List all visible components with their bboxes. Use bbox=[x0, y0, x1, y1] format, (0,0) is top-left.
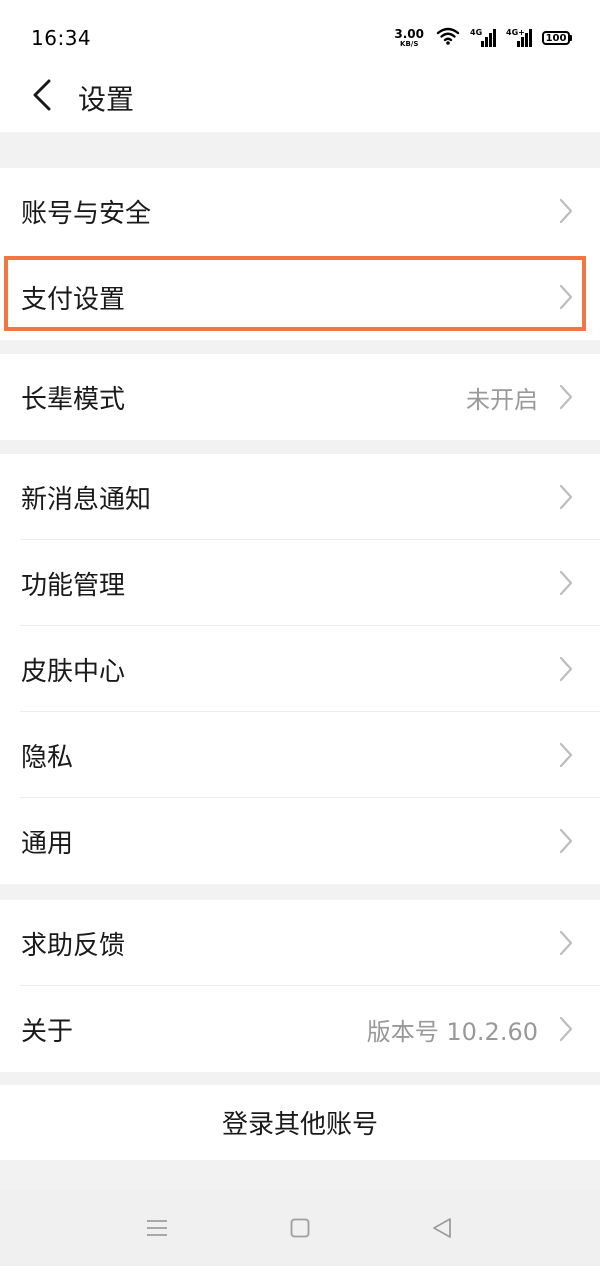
network-speed-value: 3.00 bbox=[394, 27, 424, 41]
network-speed: 3.00 KB/S bbox=[394, 28, 424, 48]
page-title: 设置 bbox=[78, 83, 135, 116]
header: 设置 bbox=[0, 75, 600, 132]
triangle-back-icon bbox=[433, 1218, 451, 1238]
wifi-icon bbox=[436, 26, 460, 50]
menu-item-label: 求助反馈 bbox=[21, 930, 126, 961]
menu-item-label: 皮肤中心 bbox=[21, 656, 126, 687]
menu-item-label: 新消息通知 bbox=[21, 484, 152, 515]
menu-item-label: 支付设置 bbox=[21, 284, 126, 315]
menu-button[interactable] bbox=[137, 1208, 177, 1248]
status-icons: 3.00 KB/S 4G 4G+ 100 bbox=[394, 26, 572, 50]
chevron-right-icon bbox=[559, 384, 573, 410]
battery-level: 100 bbox=[542, 31, 570, 45]
version-number: 版本号 10.2.60 bbox=[366, 1017, 538, 1046]
signal-icon-sim1: 4G bbox=[470, 28, 496, 48]
chevron-right-icon bbox=[559, 570, 573, 596]
menu-item-about[interactable]: 关于 版本号 10.2.60 bbox=[0, 986, 600, 1072]
menu-item-skins[interactable]: 皮肤中心 bbox=[0, 626, 600, 712]
menu-item-account-security[interactable]: 账号与安全 bbox=[0, 168, 600, 254]
menu-item-general[interactable]: 通用 bbox=[0, 798, 600, 884]
menu-item-label: 通用 bbox=[21, 828, 74, 859]
login-other-account-button[interactable]: 登录其他账号 bbox=[0, 1085, 600, 1160]
elder-mode-status: 未开启 bbox=[466, 385, 538, 414]
square-home-icon bbox=[290, 1218, 310, 1238]
chevron-right-icon bbox=[559, 742, 573, 768]
chevron-right-icon bbox=[559, 484, 573, 510]
system-back-button[interactable] bbox=[422, 1208, 462, 1248]
status-bar: 16:34 3.00 KB/S 4G 4G+ 100 bbox=[0, 0, 600, 75]
menu-item-label: 长辈模式 bbox=[21, 384, 126, 415]
chevron-right-icon bbox=[559, 656, 573, 682]
back-button[interactable] bbox=[20, 75, 64, 119]
menu-item-payment-settings[interactable]: 支付设置 bbox=[0, 254, 600, 340]
menu-item-features[interactable]: 功能管理 bbox=[0, 540, 600, 626]
menu-icon bbox=[147, 1220, 167, 1236]
system-navbar bbox=[0, 1190, 600, 1266]
home-button[interactable] bbox=[280, 1208, 320, 1248]
login-other-account-label: 登录其他账号 bbox=[221, 1110, 378, 1140]
menu-item-label: 隐私 bbox=[21, 742, 74, 773]
battery-icon: 100 bbox=[542, 31, 572, 45]
menu-item-privacy[interactable]: 隐私 bbox=[0, 712, 600, 798]
network-speed-unit: KB/S bbox=[400, 40, 419, 48]
general-group: 新消息通知 功能管理 皮肤中心 隐私 通用 bbox=[0, 454, 600, 884]
menu-item-feedback[interactable]: 求助反馈 bbox=[0, 900, 600, 986]
menu-item-elder-mode[interactable]: 长辈模式 未开启 bbox=[0, 354, 600, 440]
chevron-right-icon bbox=[559, 1016, 573, 1042]
menu-item-notifications[interactable]: 新消息通知 bbox=[0, 454, 600, 540]
menu-item-label: 账号与安全 bbox=[21, 198, 152, 229]
support-group: 求助反馈 关于 版本号 10.2.60 bbox=[0, 900, 600, 1072]
chevron-left-icon bbox=[32, 79, 52, 115]
chevron-right-icon bbox=[559, 284, 573, 310]
chevron-right-icon bbox=[559, 198, 573, 224]
account-group: 账号与安全 支付设置 bbox=[0, 168, 600, 340]
chevron-right-icon bbox=[559, 828, 573, 854]
chevron-right-icon bbox=[559, 930, 573, 956]
menu-item-label: 关于 bbox=[21, 1016, 74, 1047]
elder-mode-group: 长辈模式 未开启 bbox=[0, 354, 600, 440]
menu-item-label: 功能管理 bbox=[21, 570, 126, 601]
status-time: 16:34 bbox=[31, 26, 92, 50]
signal-icon-sim2: 4G+ bbox=[506, 28, 532, 48]
